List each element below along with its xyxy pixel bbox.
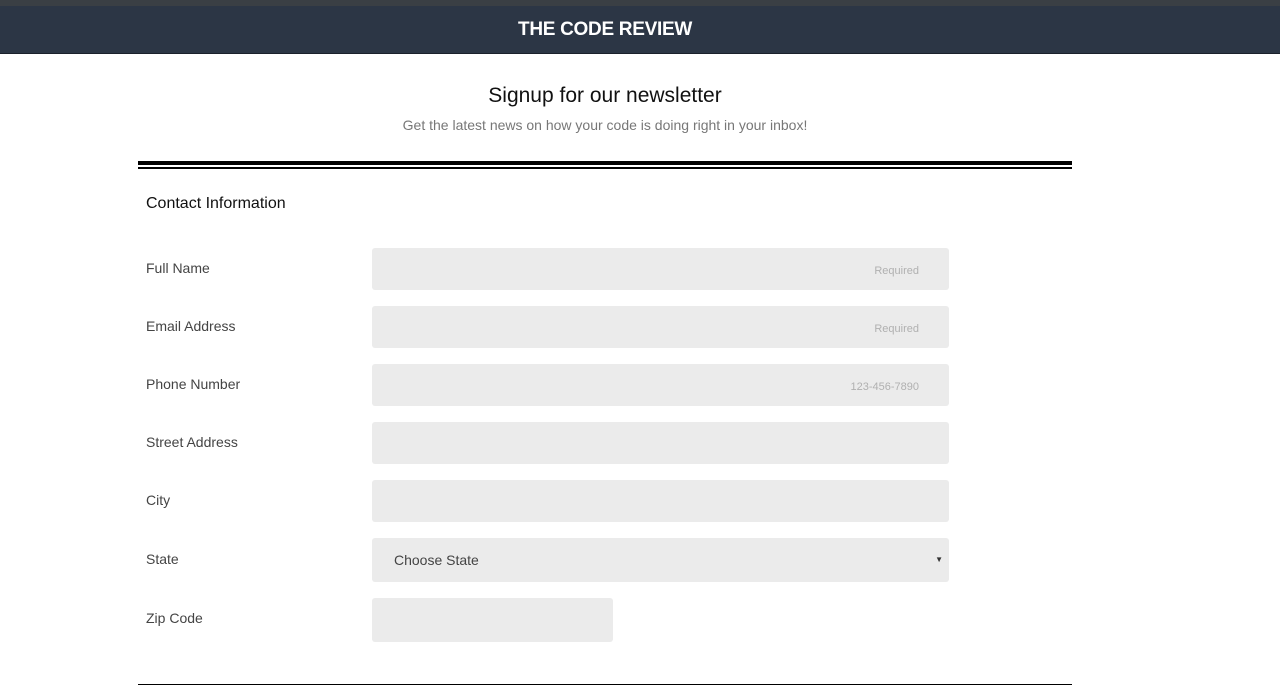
site-header: THE CODE REVIEW [0, 6, 1280, 54]
state-select-value: Choose State [394, 552, 479, 568]
caret-down-icon: ▼ [935, 555, 943, 564]
phone-input[interactable] [372, 364, 949, 406]
city-input[interactable] [372, 480, 949, 522]
zip-input[interactable] [372, 598, 613, 642]
city-label: City [146, 492, 171, 508]
divider-thick [138, 161, 1072, 165]
state-label: State [146, 551, 179, 567]
section-title: Contact Information [146, 195, 286, 212]
state-select[interactable]: Choose State ▼ [372, 538, 949, 582]
divider-thin [138, 167, 1072, 169]
page-subtitle: Get the latest news on how your code is … [402, 117, 808, 133]
site-title[interactable]: THE CODE REVIEW [0, 6, 1210, 53]
email-label: Email Address [146, 318, 236, 334]
page-title: Signup for our newsletter [488, 84, 722, 107]
zip-label: Zip Code [146, 610, 203, 626]
full-name-input[interactable] [372, 248, 949, 290]
phone-label: Phone Number [146, 376, 241, 392]
email-input[interactable] [372, 306, 949, 348]
street-input[interactable] [372, 422, 949, 464]
street-label: Street Address [146, 434, 238, 450]
full-name-label: Full Name [146, 260, 210, 276]
